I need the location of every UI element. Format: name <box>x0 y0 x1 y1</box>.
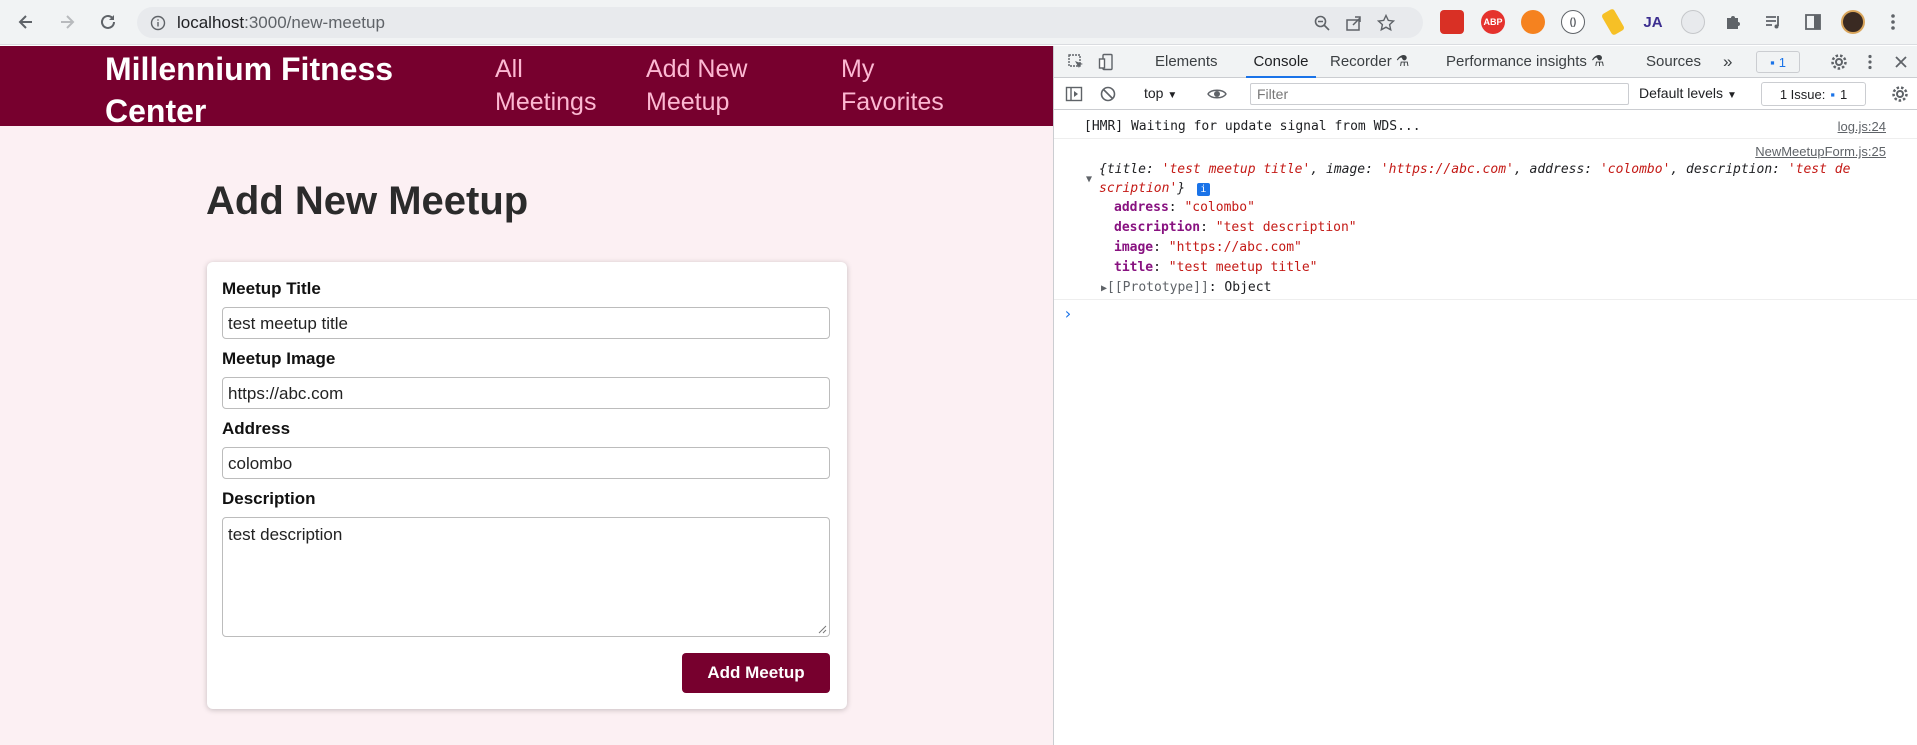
address-bar[interactable]: localhost:3000/new-meetup <box>137 7 1423 38</box>
browser-toolbar: localhost:3000/new-meetup ABP () JA <box>0 0 1917 45</box>
nav-add-new-meetup[interactable]: Add New Meetup <box>646 53 747 119</box>
meetup-title-label: Meetup Title <box>222 279 321 298</box>
avatar[interactable] <box>1841 10 1865 34</box>
url-text: localhost:3000/new-meetup <box>177 13 385 32</box>
brand-logo: Millennium Fitness Center <box>105 51 394 129</box>
add-meetup-button[interactable]: Add Meetup <box>682 653 830 693</box>
nav-all-meetings[interactable]: All Meetings <box>495 53 596 119</box>
page-title: Add New Meetup <box>206 179 529 223</box>
tab-elements[interactable]: Elements <box>1155 46 1218 78</box>
info-icon[interactable]: i <box>1196 183 1210 196</box>
side-panel-icon[interactable] <box>1801 10 1825 34</box>
prompt-chevron-icon: › <box>1063 304 1073 323</box>
description-label: Description <box>222 489 316 508</box>
app-header: Millennium Fitness Center All Meetings A… <box>0 46 1053 129</box>
object-property: address: "colombo" <box>1114 200 1255 215</box>
description-text: test description <box>228 525 343 544</box>
live-expression-eye-icon[interactable] <box>1207 84 1227 104</box>
console-toolbar: top ▼ Filter Default levels ▼ 1 Issue: ▪… <box>1054 78 1917 110</box>
console-object-message: NewMeetupForm.js:25 ▼ {title: 'test meet… <box>1054 144 1917 300</box>
flask-icon: ⚗ <box>1395 53 1410 70</box>
tab-recorder[interactable]: Recorder ⚗ <box>1330 46 1409 78</box>
source-link[interactable]: NewMeetupForm.js:25 <box>1755 144 1886 159</box>
extension-moon-icon[interactable] <box>1681 10 1705 34</box>
meetup-image-label: Meetup Image <box>222 349 336 368</box>
sidebar-toggle-icon[interactable] <box>1064 84 1084 104</box>
new-meetup-form: Meetup Title test meetup title Meetup Im… <box>207 262 847 709</box>
issue-icon: ▪ <box>1830 86 1835 102</box>
ja-extension-icon[interactable]: JA <box>1641 10 1665 34</box>
nav-my-favorites[interactable]: My Favorites <box>841 53 944 119</box>
source-link[interactable]: log.js:24 <box>1838 119 1886 134</box>
devtools-menu-icon[interactable] <box>1860 52 1880 72</box>
expand-triangle-icon[interactable]: ▼ <box>1086 174 1092 185</box>
extension-brackets-icon[interactable]: () <box>1561 10 1585 34</box>
adblock-icon[interactable]: ABP <box>1481 10 1505 34</box>
media-control-icon[interactable] <box>1761 10 1785 34</box>
reload-icon[interactable] <box>96 10 120 34</box>
highlighter-icon[interactable] <box>1600 8 1626 36</box>
object-property: title: "test meetup title" <box>1114 260 1318 275</box>
inspect-element-icon[interactable] <box>1066 52 1086 72</box>
issues-button[interactable]: 1 Issue: ▪ 1 <box>1761 82 1866 106</box>
close-devtools-icon[interactable] <box>1891 52 1911 72</box>
devtools-panel: Elements Console Recorder ⚗ Performance … <box>1053 46 1917 745</box>
message-icon: ▪ <box>1770 54 1775 70</box>
meetup-image-input[interactable]: https://abc.com <box>222 377 830 409</box>
object-property: image: "https://abc.com" <box>1114 240 1302 255</box>
address-label: Address <box>222 419 291 438</box>
back-icon[interactable] <box>14 10 38 34</box>
console-settings-icon[interactable] <box>1890 84 1910 104</box>
meetup-title-input[interactable]: test meetup title <box>222 307 830 339</box>
devtools-tabbar: Elements Console Recorder ⚗ Performance … <box>1054 46 1917 78</box>
address-input[interactable]: colombo <box>222 447 830 479</box>
console-prompt[interactable]: › <box>1054 304 1917 326</box>
dropdown-arrow-icon: ▼ <box>1726 90 1737 101</box>
description-textarea[interactable]: test description <box>222 517 830 637</box>
site-info-icon[interactable] <box>147 12 169 34</box>
devtools-settings-icon[interactable] <box>1829 52 1849 72</box>
object-summary-line2: scription'} i <box>1099 181 1210 196</box>
device-toolbar-icon[interactable] <box>1097 52 1117 72</box>
object-property: description: "test description" <box>1114 220 1357 235</box>
zoom-icon[interactable] <box>1311 12 1333 34</box>
bookmark-star-icon[interactable] <box>1375 12 1397 34</box>
prototype-row[interactable]: ▶[[Prototype]]: Object <box>1101 280 1271 295</box>
resize-grip-icon[interactable] <box>818 625 827 634</box>
context-select[interactable]: top ▼ <box>1144 85 1177 101</box>
object-summary-line1[interactable]: {title: 'test meetup title', image: 'htt… <box>1099 162 1850 177</box>
extensions-puzzle-icon[interactable] <box>1721 10 1745 34</box>
log-levels-select[interactable]: Default levels ▼ <box>1639 85 1737 101</box>
share-icon[interactable] <box>1343 12 1365 34</box>
clear-console-icon[interactable] <box>1098 84 1118 104</box>
console-filter-input[interactable]: Filter <box>1250 83 1629 105</box>
extension-orange-icon[interactable] <box>1521 10 1545 34</box>
web-page: Millennium Fitness Center All Meetings A… <box>0 46 1053 745</box>
dropdown-arrow-icon: ▼ <box>1167 90 1178 101</box>
extension-red-icon[interactable] <box>1440 10 1464 34</box>
message-badge[interactable]: ▪ 1 <box>1756 51 1800 73</box>
tab-sources[interactable]: Sources <box>1646 46 1701 78</box>
forward-icon[interactable] <box>55 10 79 34</box>
tab-console[interactable]: Console <box>1246 46 1316 78</box>
more-tabs-icon[interactable]: » <box>1723 46 1732 78</box>
console-message: [HMR] Waiting for update signal from WDS… <box>1054 119 1917 139</box>
chrome-menu-icon[interactable] <box>1881 10 1905 34</box>
tab-performance-insights[interactable]: Performance insights ⚗ <box>1446 46 1605 78</box>
flask-icon: ⚗ <box>1591 53 1605 70</box>
